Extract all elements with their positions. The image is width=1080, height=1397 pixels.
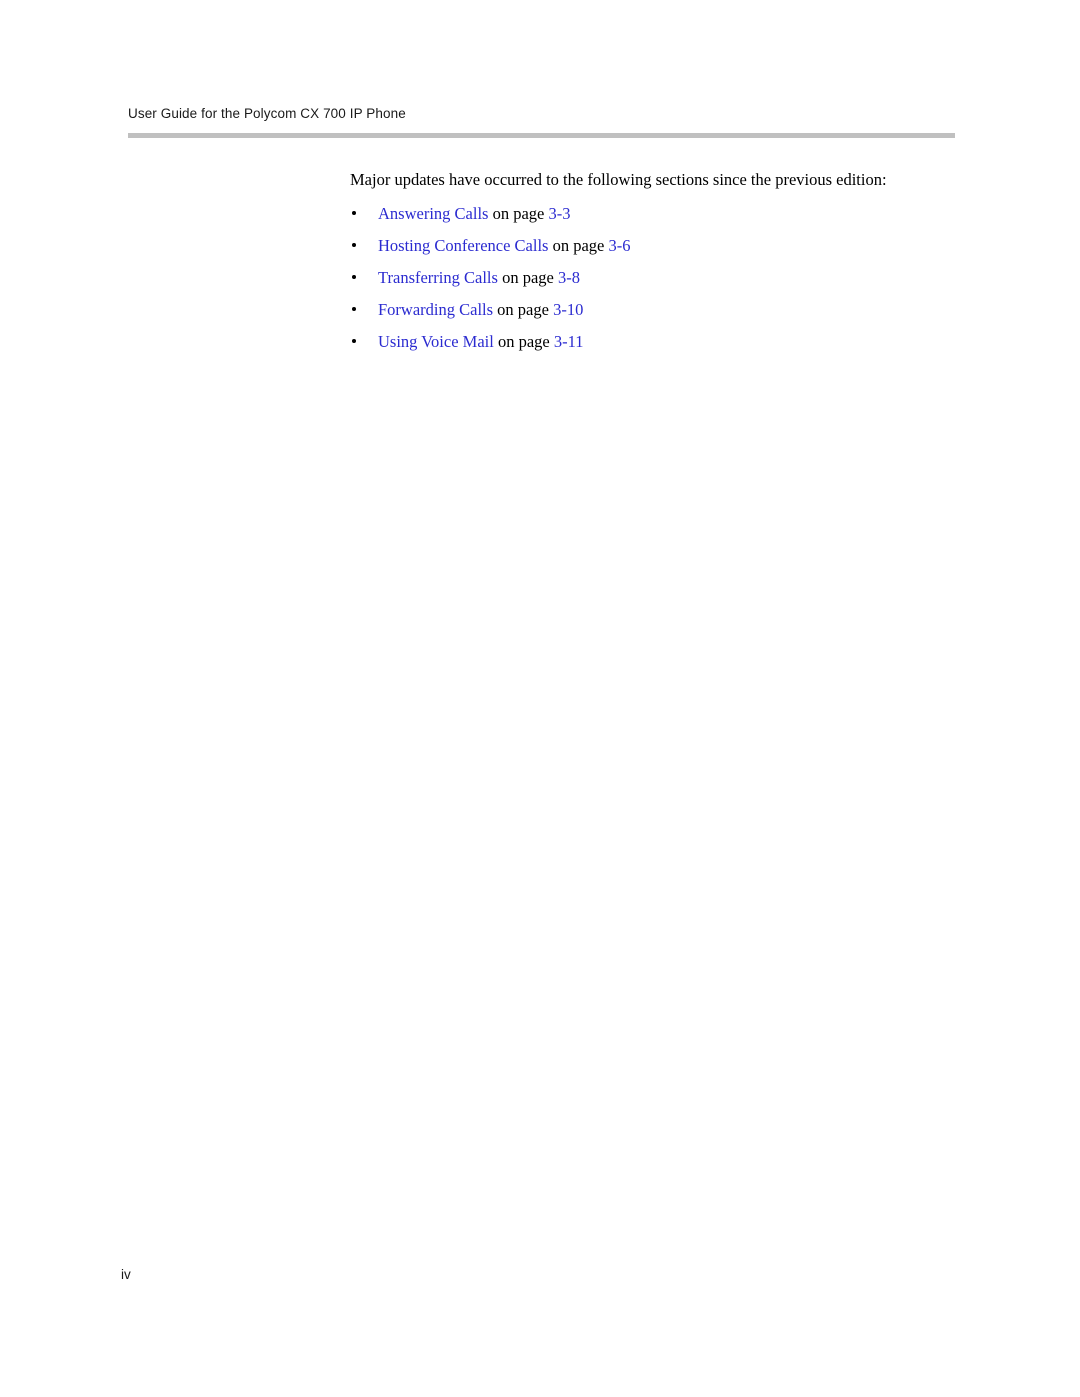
- page-reference[interactable]: 3-8: [558, 268, 580, 287]
- connector-label: on page: [552, 236, 605, 255]
- section-link[interactable]: Answering Calls: [378, 204, 488, 223]
- list-item[interactable]: Answering Calls on page 3-3: [350, 203, 928, 225]
- connector-label: on page: [497, 300, 549, 319]
- section-link[interactable]: Forwarding Calls: [378, 300, 493, 319]
- section-link[interactable]: Using Voice Mail: [378, 332, 494, 351]
- list-item[interactable]: Forwarding Calls on page 3-10: [350, 299, 928, 321]
- bullet-icon: [352, 211, 356, 215]
- list-item[interactable]: Using Voice Mail on page 3-11: [350, 331, 928, 353]
- bullet-icon: [352, 339, 356, 343]
- connector-label: on page: [497, 332, 550, 351]
- page-reference[interactable]: 3-6: [609, 236, 631, 255]
- connector-label: on page: [502, 268, 554, 287]
- bullet-icon: [352, 243, 356, 247]
- connector-label: on page: [492, 204, 545, 223]
- header-divider-rule: [128, 133, 955, 138]
- list-item[interactable]: Transferring Calls on page 3-8: [350, 267, 928, 289]
- running-header: User Guide for the Polycom CX 700 IP Pho…: [128, 106, 406, 121]
- page-reference[interactable]: 3-10: [553, 300, 583, 319]
- page-content: Major updates have occurred to the follo…: [350, 168, 928, 353]
- document-page: User Guide for the Polycom CX 700 IP Pho…: [0, 0, 1080, 1397]
- page-reference[interactable]: 3-11: [554, 332, 584, 351]
- section-link[interactable]: Hosting Conference Calls: [378, 236, 548, 255]
- page-number: iv: [121, 1267, 131, 1282]
- section-link[interactable]: Transferring Calls: [378, 268, 498, 287]
- bullet-icon: [352, 307, 356, 311]
- bullet-icon: [352, 275, 356, 279]
- updated-sections-list: Answering Calls on page 3-3 Hosting Conf…: [350, 203, 928, 353]
- page-reference[interactable]: 3-3: [548, 204, 570, 223]
- list-item[interactable]: Hosting Conference Calls on page 3-6: [350, 235, 928, 257]
- intro-paragraph: Major updates have occurred to the follo…: [350, 170, 887, 189]
